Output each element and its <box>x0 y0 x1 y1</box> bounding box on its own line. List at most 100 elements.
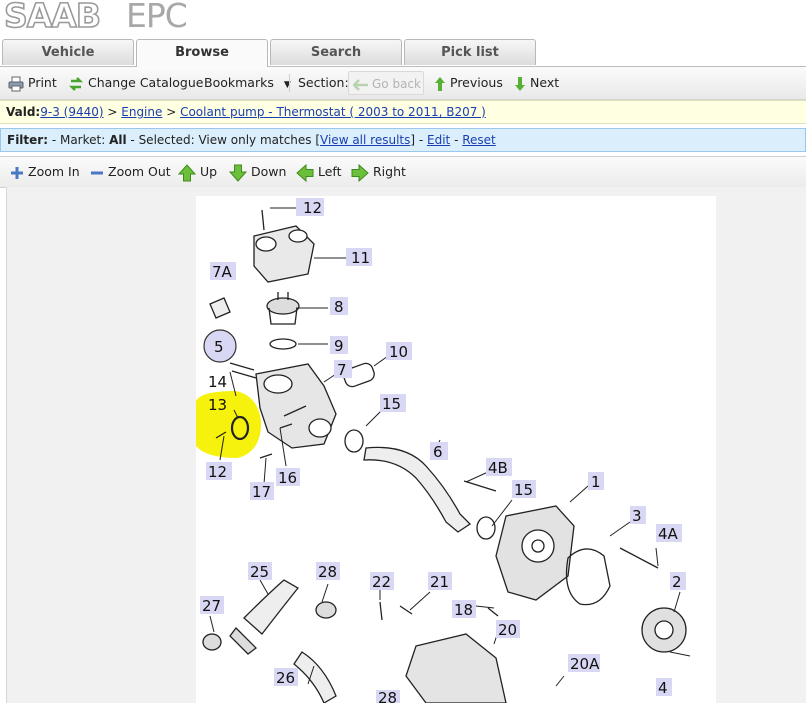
callout-label[interactable]: 3 <box>630 506 646 525</box>
svg-text:6: 6 <box>433 443 443 461</box>
plus-icon <box>11 166 23 179</box>
breadcrumb-group-link[interactable]: Engine <box>121 105 162 119</box>
pan-down-button[interactable]: Down <box>229 157 286 187</box>
callout-label[interactable]: 18 <box>452 600 476 619</box>
change-catalogue-button[interactable]: Change Catalogue <box>68 67 203 99</box>
svg-text:9: 9 <box>334 337 344 355</box>
svg-text:7: 7 <box>337 361 347 379</box>
filter-dash: - <box>450 133 463 147</box>
callout-label[interactable]: 12 <box>296 198 324 217</box>
svg-text:20A: 20A <box>570 655 600 673</box>
callout-label[interactable]: 25 <box>248 562 272 581</box>
svg-text:17: 17 <box>252 483 271 501</box>
svg-text:22: 22 <box>372 573 391 591</box>
right-label: Right <box>373 164 406 179</box>
svg-text:4: 4 <box>658 679 668 697</box>
svg-text:18: 18 <box>454 601 473 619</box>
pan-up-button[interactable]: Up <box>178 157 217 187</box>
callout-label[interactable]: 27 <box>200 596 224 615</box>
svg-text:4B: 4B <box>488 459 508 477</box>
svg-text:4A: 4A <box>658 525 679 543</box>
arrow-up-icon <box>178 163 196 181</box>
tab-vehicle[interactable]: Vehicle <box>2 39 134 65</box>
thermostat-part <box>266 297 300 315</box>
filter-selected-text: - Selected: <box>126 133 199 147</box>
previous-button[interactable]: Previous <box>434 67 503 99</box>
callout-label[interactable]: 26 <box>274 668 298 687</box>
callout-label-13: 13 <box>208 396 227 414</box>
exploded-parts-diagram[interactable]: 12 11 7A 8 5 9 10 7 14 13 15 12 16 17 6 … <box>196 196 716 703</box>
filter-market-text: - Market: <box>48 133 110 147</box>
callout-label[interactable]: 7A <box>210 262 236 281</box>
callout-label[interactable]: 21 <box>428 572 452 591</box>
svg-text:15: 15 <box>514 481 533 499</box>
callout-label[interactable]: 4A <box>656 524 682 543</box>
svg-text:28: 28 <box>318 563 337 581</box>
svg-text:12: 12 <box>303 199 322 217</box>
logo-product: EPC <box>126 0 188 35</box>
callout-label[interactable]: 6 <box>430 442 448 461</box>
main-toolbar: Print Change Catalogue Bookmarks ▼ Secti… <box>0 67 806 100</box>
callout-label[interactable]: 10 <box>386 342 412 361</box>
filter-selected-value: View only matches [ <box>198 133 321 147</box>
breadcrumb-section-link[interactable]: Coolant pump - Thermostat ( 2003 to 2011… <box>180 105 486 119</box>
svg-text:3: 3 <box>632 507 642 525</box>
filter-reset-link[interactable]: Reset <box>462 133 496 147</box>
callout-label[interactable]: 20 <box>496 620 520 639</box>
minus-icon <box>91 171 103 174</box>
callout-label[interactable]: 28 <box>376 689 400 703</box>
breadcrumb-separator: > <box>103 105 122 119</box>
change-catalogue-label: Change Catalogue <box>88 75 204 90</box>
breadcrumb-model-link[interactable]: 9-3 (9440) <box>40 105 103 119</box>
callout-label[interactable]: 2 <box>670 572 686 591</box>
callout-label[interactable]: 28 <box>316 562 340 581</box>
callout-label[interactable]: 8 <box>330 297 348 316</box>
saab-epc-logo: SAAB EPC <box>2 0 302 36</box>
section-label: Section: <box>298 75 349 90</box>
next-button[interactable]: Next <box>514 67 559 99</box>
tab-search[interactable]: Search <box>270 39 402 65</box>
go-back-button[interactable]: Go back <box>348 71 424 95</box>
callout-label[interactable]: 15 <box>380 394 406 413</box>
callout-label[interactable]: 15 <box>512 480 536 499</box>
zoom-out-button[interactable]: Zoom Out <box>90 157 171 187</box>
arrow-up-icon <box>435 76 445 91</box>
tab-pick-list[interactable]: Pick list <box>404 39 536 65</box>
print-button[interactable]: Print <box>8 67 57 99</box>
pan-left-button[interactable]: Left <box>296 157 342 187</box>
svg-text:2: 2 <box>672 573 682 591</box>
left-label: Left <box>318 164 342 179</box>
filter-edit-link[interactable]: Edit <box>427 133 450 147</box>
logo-brand: SAAB <box>3 0 102 36</box>
svg-text:20: 20 <box>498 621 517 639</box>
tab-browse[interactable]: Browse <box>136 39 268 67</box>
callout-label[interactable]: 1 <box>588 472 604 491</box>
filter-market-value: All <box>109 133 127 147</box>
bookmarks-label: Bookmarks <box>204 75 274 90</box>
bookmarks-dropdown[interactable]: Bookmarks ▼ <box>204 67 291 99</box>
svg-text:21: 21 <box>430 573 449 591</box>
svg-text:10: 10 <box>389 343 408 361</box>
callout-label[interactable]: 20A <box>568 654 600 673</box>
zoom-in-button[interactable]: Zoom In <box>10 157 80 187</box>
change-arrow-icon <box>68 76 84 91</box>
view-all-results-link[interactable]: View all results <box>320 133 410 147</box>
callout-label[interactable]: 12 <box>206 462 232 481</box>
svg-text:11: 11 <box>351 249 370 267</box>
callout-label[interactable]: 11 <box>346 248 372 267</box>
callout-label[interactable]: 7 <box>334 360 352 379</box>
callout-label-5: 5 <box>214 338 224 356</box>
diagram-navigation-bar: Zoom In Zoom Out Up Down Left Right <box>0 156 806 188</box>
callout-label[interactable]: 4 <box>656 678 672 697</box>
previous-label: Previous <box>450 75 503 90</box>
printer-icon <box>8 76 24 91</box>
callout-label[interactable]: 22 <box>370 572 394 591</box>
callout-label[interactable]: 9 <box>330 336 348 355</box>
callout-label[interactable]: 17 <box>250 482 274 501</box>
callout-label[interactable]: 4B <box>486 458 512 477</box>
main-tabs: Vehicle Browse Search Pick list <box>0 38 806 67</box>
svg-text:16: 16 <box>278 469 297 487</box>
callout-label[interactable]: 16 <box>276 468 300 487</box>
zoom-out-label: Zoom Out <box>108 164 171 179</box>
pan-right-button[interactable]: Right <box>351 157 406 187</box>
